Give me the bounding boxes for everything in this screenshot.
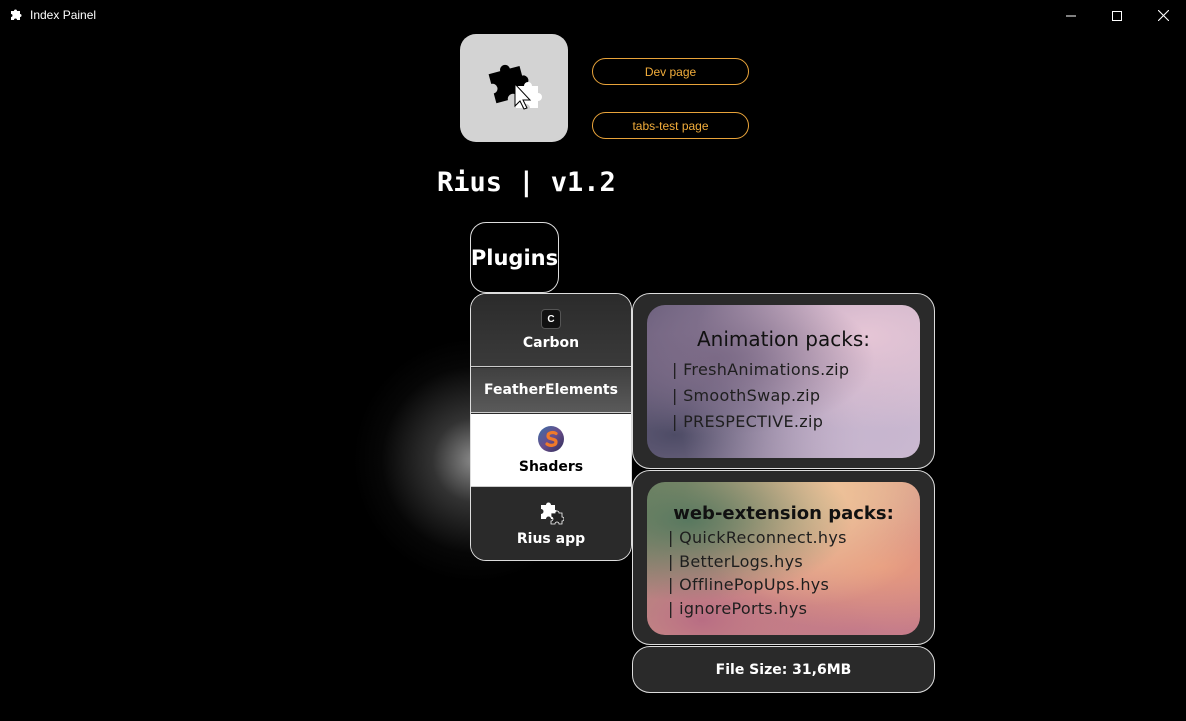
puzzle-icon [488,64,542,110]
file-item: | BetterLogs.hys [668,552,804,571]
shaders-logo-icon [538,426,564,452]
card-title: web-extension packs: [673,503,894,524]
window-title: Index Painel [30,8,97,22]
close-icon [1157,10,1169,21]
minimize-button[interactable] [1048,0,1094,31]
plugin-list: C Carbon FeatherElements Shaders Rius ap… [470,293,632,561]
card-title: Animation packs: [696,327,870,351]
web-extension-packs-card: web-extension packs: | QuickReconnect.hy… [632,470,935,645]
web-extension-packs-panel: web-extension packs: | QuickReconnect.hy… [647,482,920,635]
puzzle-icon [11,9,22,20]
carbon-c-icon: C [541,309,561,329]
file-size-label: File Size: 31,6MB [632,646,935,693]
plugin-item-rius-app[interactable]: Rius app [471,488,631,560]
file-item: | SmoothSwap.zip [672,386,821,405]
tabs-test-page-button[interactable]: tabs-test page [592,112,749,139]
file-item: | ignorePorts.hys [668,599,808,618]
plugin-item-label: Shaders [518,459,584,475]
tab-plugins[interactable]: Plugins [470,222,559,293]
close-button[interactable] [1140,0,1186,31]
dev-page-button[interactable]: Dev page [592,58,749,85]
maximize-icon [1112,10,1122,21]
file-item: | QuickReconnect.hys [668,528,847,547]
puzzle-icon [541,502,564,525]
maximize-button[interactable] [1094,0,1140,31]
plugin-item-featherelements[interactable]: FeatherElements [471,368,631,413]
plugin-item-label: FeatherElements [484,382,618,398]
title-bar: Index Painel [0,0,1186,31]
file-item: | OfflinePopUps.hys [668,575,830,594]
file-item: | PRESPECTIVE.zip [672,412,824,431]
animation-packs-panel: Animation packs: | FreshAnimations.zip |… [647,305,920,458]
animation-packs-card: Animation packs: | FreshAnimations.zip |… [632,293,935,469]
file-item: | FreshAnimations.zip [672,360,850,379]
plugin-item-label: Carbon [522,335,580,351]
minimize-icon [1066,15,1076,16]
page-title: Rius | v1.2 [437,167,616,198]
plugin-item-carbon[interactable]: C Carbon [471,294,631,367]
app-logo [460,34,568,142]
plugin-item-label: Rius app [516,531,586,547]
plugin-item-shaders[interactable]: Shaders [471,414,631,487]
